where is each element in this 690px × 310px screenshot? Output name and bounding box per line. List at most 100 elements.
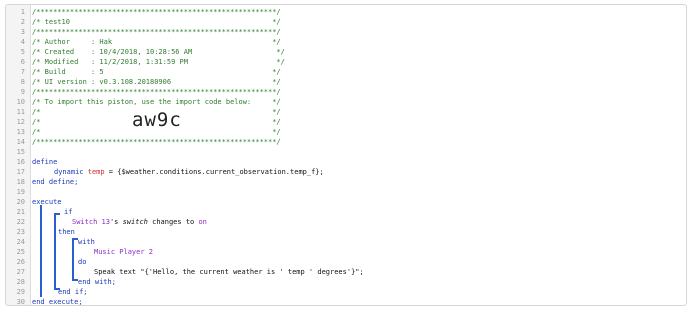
code-line: 30 end execute; xyxy=(6,297,686,306)
code-text: execute xyxy=(32,198,62,206)
line-number: 29 xyxy=(16,288,25,296)
line-number: 18 xyxy=(16,178,25,186)
line-number: 4 xyxy=(20,38,25,46)
comment-text: /***************************************… xyxy=(32,8,281,16)
line-number: 10 xyxy=(16,98,25,106)
comment-text: /* */ xyxy=(32,128,281,136)
line-number: 11 xyxy=(16,108,25,116)
code-line: 8 /* UI version : v0.3.108.20180906 */ xyxy=(6,77,686,87)
code-text: end with; xyxy=(78,278,116,286)
comment-text: /* Author : Hak */ xyxy=(32,38,281,46)
code-line: 9 /**************************************… xyxy=(6,87,686,97)
comment-text: /* Build : 5 */ xyxy=(32,68,281,76)
code-text: end define; xyxy=(32,178,79,186)
code-line: 24 with xyxy=(6,237,686,247)
code-editor: 1 /**************************************… xyxy=(5,4,687,306)
line-number: 21 xyxy=(16,208,25,216)
line-number: 28 xyxy=(16,278,25,286)
indent-bar-if-top xyxy=(54,213,60,215)
expression-text: = {$weather.conditions.current_observati… xyxy=(104,168,324,176)
code-text: then xyxy=(58,228,75,236)
code-line: 20 execute xyxy=(6,197,686,207)
code-line: 11/* */ xyxy=(6,107,686,117)
comparison-text: changes to xyxy=(147,218,199,226)
variable-temp: temp xyxy=(87,168,105,176)
code-line: 29 end if; xyxy=(6,287,686,297)
comment-text: /* To import this piston, use the import… xyxy=(32,98,281,106)
code-text: end execute; xyxy=(32,298,83,306)
code-line: 28 end with; xyxy=(6,277,686,287)
comment-text: /* UI version : v0.3.108.20180906 */ xyxy=(32,78,281,86)
line-number: 23 xyxy=(16,228,25,236)
line-number: 9 xyxy=(20,88,25,96)
possessive-text: 's xyxy=(109,218,123,226)
keyword-dynamic: dynamic xyxy=(54,168,84,176)
line-number: 22 xyxy=(16,218,25,226)
command-text: Speak text xyxy=(94,268,141,276)
line-number: 8 xyxy=(20,78,25,86)
line-number: 16 xyxy=(16,158,25,166)
indent-bar-with xyxy=(72,238,74,281)
line-number: 7 xyxy=(20,68,25,76)
indent-bar-with-bottom xyxy=(72,279,78,281)
code-line: 4 /* Author : Hak */ xyxy=(6,37,686,47)
code-line: 10 /* To import this piston, use the impo… xyxy=(6,97,686,107)
comment-text: /* Modified : 11/2/2018, 1:31:59 PM */ xyxy=(32,58,285,66)
code-text: end if; xyxy=(58,288,88,296)
code-line: 6 /* Modified : 11/2/2018, 1:31:59 PM */ xyxy=(6,57,686,67)
code-line: 1 /**************************************… xyxy=(6,7,686,17)
device-name: Music Player 2 xyxy=(94,248,154,256)
line-number: 3 xyxy=(20,28,25,36)
string-expression: "{'Hello, the current weather is ' temp … xyxy=(140,268,364,276)
comment-text: /***************************************… xyxy=(32,138,281,146)
comment-text: /* test10 */ xyxy=(32,18,281,26)
line-number: 13 xyxy=(16,128,25,136)
line-number: 26 xyxy=(16,258,25,266)
code-line: 14 /*************************************… xyxy=(6,137,686,147)
comment-text: /* Created : 10/4/2018, 10:28:56 AM */ xyxy=(32,48,285,56)
condition-statement: Switch 13's switch changes to on xyxy=(72,217,207,227)
speak-statement: Speak text "{'Hello, the current weather… xyxy=(94,267,364,277)
code-line: 23 then xyxy=(6,227,686,237)
code-line: 21 if xyxy=(6,207,686,217)
code-line: 17 dynamic temp = {$weather.conditions.cu… xyxy=(6,167,686,177)
line-number: 6 xyxy=(20,58,25,66)
line-number: 12 xyxy=(16,118,25,126)
line-number: 14 xyxy=(16,138,25,146)
line-number: 25 xyxy=(16,248,25,256)
code-line: 12/* */aw9c xyxy=(6,110,686,130)
code-line: 25 Music Player 2 xyxy=(6,247,686,257)
code-line: 15 xyxy=(6,147,686,157)
line-number: 2 xyxy=(20,18,25,26)
line-number: 24 xyxy=(16,238,25,246)
code-line: 22 Switch 13's switch changes to on xyxy=(6,217,686,227)
comment-text: /***************************************… xyxy=(32,28,281,36)
code-text: define xyxy=(32,158,58,166)
line-number: 1 xyxy=(20,8,25,16)
comparison-value: on xyxy=(198,218,207,226)
code-line: 27 Speak text "{'Hello, the current weath… xyxy=(6,267,686,277)
code-line: 19 xyxy=(6,187,686,197)
code-line: 16 define xyxy=(6,157,686,167)
define-statement: dynamic temp = {$weather.conditions.curr… xyxy=(54,167,324,177)
line-number: 20 xyxy=(16,198,25,206)
indent-bar-with-top xyxy=(72,238,78,240)
code-line: 7 /* Build : 5 */ xyxy=(6,67,686,77)
line-number: 5 xyxy=(20,48,25,56)
code-line: 18 end define; xyxy=(6,177,686,187)
line-number: 30 xyxy=(16,298,25,306)
code-text: with xyxy=(78,238,95,246)
code-line: 5 /* Created : 10/4/2018, 10:28:56 AM */ xyxy=(6,47,686,57)
code-line: 3 /**************************************… xyxy=(6,27,686,37)
comment-text: /***************************************… xyxy=(32,88,281,96)
line-number: 27 xyxy=(16,268,25,276)
device-name: Switch 13 xyxy=(72,218,110,226)
indent-bar-if xyxy=(54,213,56,289)
code-text: if xyxy=(64,208,73,216)
line-number: 15 xyxy=(16,148,25,156)
code-line: 26 do xyxy=(6,257,686,267)
indent-bar-execute xyxy=(40,205,42,297)
indent-bar-if-bottom xyxy=(54,288,60,290)
line-number: 19 xyxy=(16,188,25,196)
code-line: 2 /* test10 */ xyxy=(6,17,686,27)
